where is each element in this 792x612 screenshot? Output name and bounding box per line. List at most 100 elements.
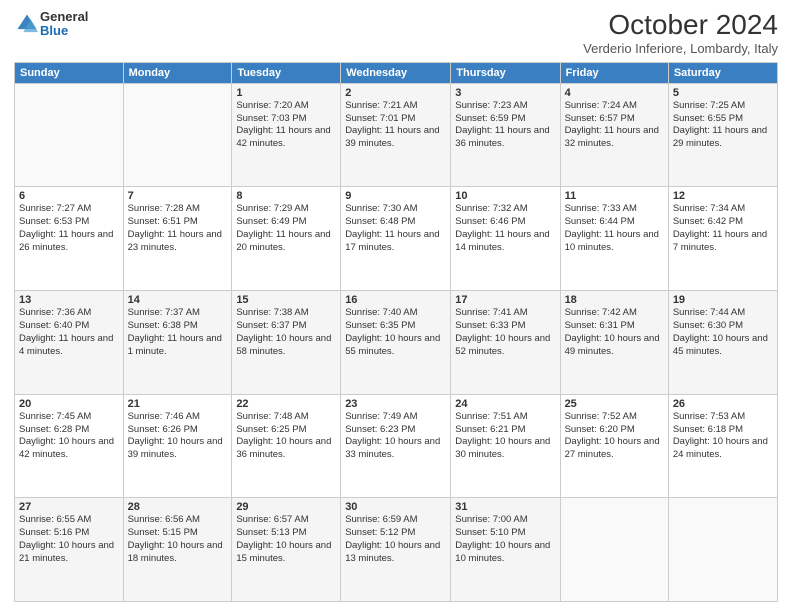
day-number-3-5: 25 [565,398,664,410]
week-row-1: 6Sunrise: 7:27 AM Sunset: 6:53 PM Daylig… [15,187,778,291]
cell-0-5: 4Sunrise: 7:24 AM Sunset: 6:57 PM Daylig… [560,83,668,187]
day-number-1-3: 9 [345,190,446,202]
day-info-1-0: Sunrise: 7:27 AM Sunset: 6:53 PM Dayligh… [19,203,119,254]
day-number-4-0: 27 [19,501,119,513]
cell-2-2: 15Sunrise: 7:38 AM Sunset: 6:37 PM Dayli… [232,291,341,395]
day-info-4-3: Sunrise: 6:59 AM Sunset: 5:12 PM Dayligh… [345,514,446,565]
day-info-2-0: Sunrise: 7:36 AM Sunset: 6:40 PM Dayligh… [19,307,119,358]
calendar-header: Sunday Monday Tuesday Wednesday Thursday… [15,62,778,83]
day-info-4-2: Sunrise: 6:57 AM Sunset: 5:13 PM Dayligh… [236,514,336,565]
day-number-2-3: 16 [345,294,446,306]
cell-1-2: 8Sunrise: 7:29 AM Sunset: 6:49 PM Daylig… [232,187,341,291]
logo-blue: Blue [40,24,88,38]
day-number-1-1: 7 [128,190,228,202]
day-number-1-5: 11 [565,190,664,202]
day-number-3-4: 24 [455,398,555,410]
day-number-2-4: 17 [455,294,555,306]
cell-2-1: 14Sunrise: 7:37 AM Sunset: 6:38 PM Dayli… [123,291,232,395]
cell-2-3: 16Sunrise: 7:40 AM Sunset: 6:35 PM Dayli… [341,291,451,395]
week-row-2: 13Sunrise: 7:36 AM Sunset: 6:40 PM Dayli… [15,291,778,395]
day-number-3-0: 20 [19,398,119,410]
day-info-3-4: Sunrise: 7:51 AM Sunset: 6:21 PM Dayligh… [455,411,555,462]
day-number-1-6: 12 [673,190,773,202]
day-info-3-0: Sunrise: 7:45 AM Sunset: 6:28 PM Dayligh… [19,411,119,462]
cell-3-4: 24Sunrise: 7:51 AM Sunset: 6:21 PM Dayli… [451,394,560,498]
day-info-1-1: Sunrise: 7:28 AM Sunset: 6:51 PM Dayligh… [128,203,228,254]
day-number-2-0: 13 [19,294,119,306]
day-info-1-4: Sunrise: 7:32 AM Sunset: 6:46 PM Dayligh… [455,203,555,254]
day-number-3-6: 26 [673,398,773,410]
page: General Blue October 2024 Verderio Infer… [0,0,792,612]
day-number-0-5: 4 [565,87,664,99]
day-info-3-6: Sunrise: 7:53 AM Sunset: 6:18 PM Dayligh… [673,411,773,462]
header-tuesday: Tuesday [232,62,341,83]
day-number-4-1: 28 [128,501,228,513]
week-row-4: 27Sunrise: 6:55 AM Sunset: 5:16 PM Dayli… [15,498,778,602]
cell-3-6: 26Sunrise: 7:53 AM Sunset: 6:18 PM Dayli… [668,394,777,498]
day-number-3-3: 23 [345,398,446,410]
cell-3-2: 22Sunrise: 7:48 AM Sunset: 6:25 PM Dayli… [232,394,341,498]
day-info-2-4: Sunrise: 7:41 AM Sunset: 6:33 PM Dayligh… [455,307,555,358]
day-number-2-6: 19 [673,294,773,306]
cell-0-4: 3Sunrise: 7:23 AM Sunset: 6:59 PM Daylig… [451,83,560,187]
day-number-1-0: 6 [19,190,119,202]
cell-4-1: 28Sunrise: 6:56 AM Sunset: 5:15 PM Dayli… [123,498,232,602]
day-number-0-2: 1 [236,87,336,99]
day-info-4-0: Sunrise: 6:55 AM Sunset: 5:16 PM Dayligh… [19,514,119,565]
header-wednesday: Wednesday [341,62,451,83]
day-number-0-3: 2 [345,87,446,99]
day-info-0-5: Sunrise: 7:24 AM Sunset: 6:57 PM Dayligh… [565,100,664,151]
header-row: Sunday Monday Tuesday Wednesday Thursday… [15,62,778,83]
day-info-3-3: Sunrise: 7:49 AM Sunset: 6:23 PM Dayligh… [345,411,446,462]
week-row-0: 1Sunrise: 7:20 AM Sunset: 7:03 PM Daylig… [15,83,778,187]
calendar-table: Sunday Monday Tuesday Wednesday Thursday… [14,62,778,602]
day-info-2-1: Sunrise: 7:37 AM Sunset: 6:38 PM Dayligh… [128,307,228,358]
day-info-4-4: Sunrise: 7:00 AM Sunset: 5:10 PM Dayligh… [455,514,555,565]
day-info-1-5: Sunrise: 7:33 AM Sunset: 6:44 PM Dayligh… [565,203,664,254]
cell-1-0: 6Sunrise: 7:27 AM Sunset: 6:53 PM Daylig… [15,187,124,291]
day-number-2-1: 14 [128,294,228,306]
cell-0-0 [15,83,124,187]
logo-text: General Blue [40,10,88,39]
logo-general: General [40,10,88,24]
cell-2-5: 18Sunrise: 7:42 AM Sunset: 6:31 PM Dayli… [560,291,668,395]
header-monday: Monday [123,62,232,83]
cell-0-3: 2Sunrise: 7:21 AM Sunset: 7:01 PM Daylig… [341,83,451,187]
cell-4-3: 30Sunrise: 6:59 AM Sunset: 5:12 PM Dayli… [341,498,451,602]
cell-0-2: 1Sunrise: 7:20 AM Sunset: 7:03 PM Daylig… [232,83,341,187]
day-info-4-1: Sunrise: 6:56 AM Sunset: 5:15 PM Dayligh… [128,514,228,565]
day-number-3-2: 22 [236,398,336,410]
subtitle: Verderio Inferiore, Lombardy, Italy [583,41,778,56]
cell-1-4: 10Sunrise: 7:32 AM Sunset: 6:46 PM Dayli… [451,187,560,291]
cell-2-4: 17Sunrise: 7:41 AM Sunset: 6:33 PM Dayli… [451,291,560,395]
day-number-4-3: 30 [345,501,446,513]
day-info-3-1: Sunrise: 7:46 AM Sunset: 6:26 PM Dayligh… [128,411,228,462]
week-row-3: 20Sunrise: 7:45 AM Sunset: 6:28 PM Dayli… [15,394,778,498]
header-friday: Friday [560,62,668,83]
cell-4-2: 29Sunrise: 6:57 AM Sunset: 5:13 PM Dayli… [232,498,341,602]
cell-4-6 [668,498,777,602]
cell-4-5 [560,498,668,602]
day-info-2-5: Sunrise: 7:42 AM Sunset: 6:31 PM Dayligh… [565,307,664,358]
day-info-3-5: Sunrise: 7:52 AM Sunset: 6:20 PM Dayligh… [565,411,664,462]
day-number-0-4: 3 [455,87,555,99]
day-info-2-3: Sunrise: 7:40 AM Sunset: 6:35 PM Dayligh… [345,307,446,358]
day-info-1-3: Sunrise: 7:30 AM Sunset: 6:48 PM Dayligh… [345,203,446,254]
day-number-1-2: 8 [236,190,336,202]
cell-0-1 [123,83,232,187]
day-info-0-3: Sunrise: 7:21 AM Sunset: 7:01 PM Dayligh… [345,100,446,151]
cell-2-0: 13Sunrise: 7:36 AM Sunset: 6:40 PM Dayli… [15,291,124,395]
day-info-2-2: Sunrise: 7:38 AM Sunset: 6:37 PM Dayligh… [236,307,336,358]
cell-1-6: 12Sunrise: 7:34 AM Sunset: 6:42 PM Dayli… [668,187,777,291]
day-number-4-2: 29 [236,501,336,513]
cell-1-1: 7Sunrise: 7:28 AM Sunset: 6:51 PM Daylig… [123,187,232,291]
day-info-0-6: Sunrise: 7:25 AM Sunset: 6:55 PM Dayligh… [673,100,773,151]
day-info-1-2: Sunrise: 7:29 AM Sunset: 6:49 PM Dayligh… [236,203,336,254]
cell-3-3: 23Sunrise: 7:49 AM Sunset: 6:23 PM Dayli… [341,394,451,498]
cell-3-1: 21Sunrise: 7:46 AM Sunset: 6:26 PM Dayli… [123,394,232,498]
day-number-2-2: 15 [236,294,336,306]
main-title: October 2024 [583,10,778,41]
cell-2-6: 19Sunrise: 7:44 AM Sunset: 6:30 PM Dayli… [668,291,777,395]
header: General Blue October 2024 Verderio Infer… [14,10,778,56]
day-info-0-4: Sunrise: 7:23 AM Sunset: 6:59 PM Dayligh… [455,100,555,151]
